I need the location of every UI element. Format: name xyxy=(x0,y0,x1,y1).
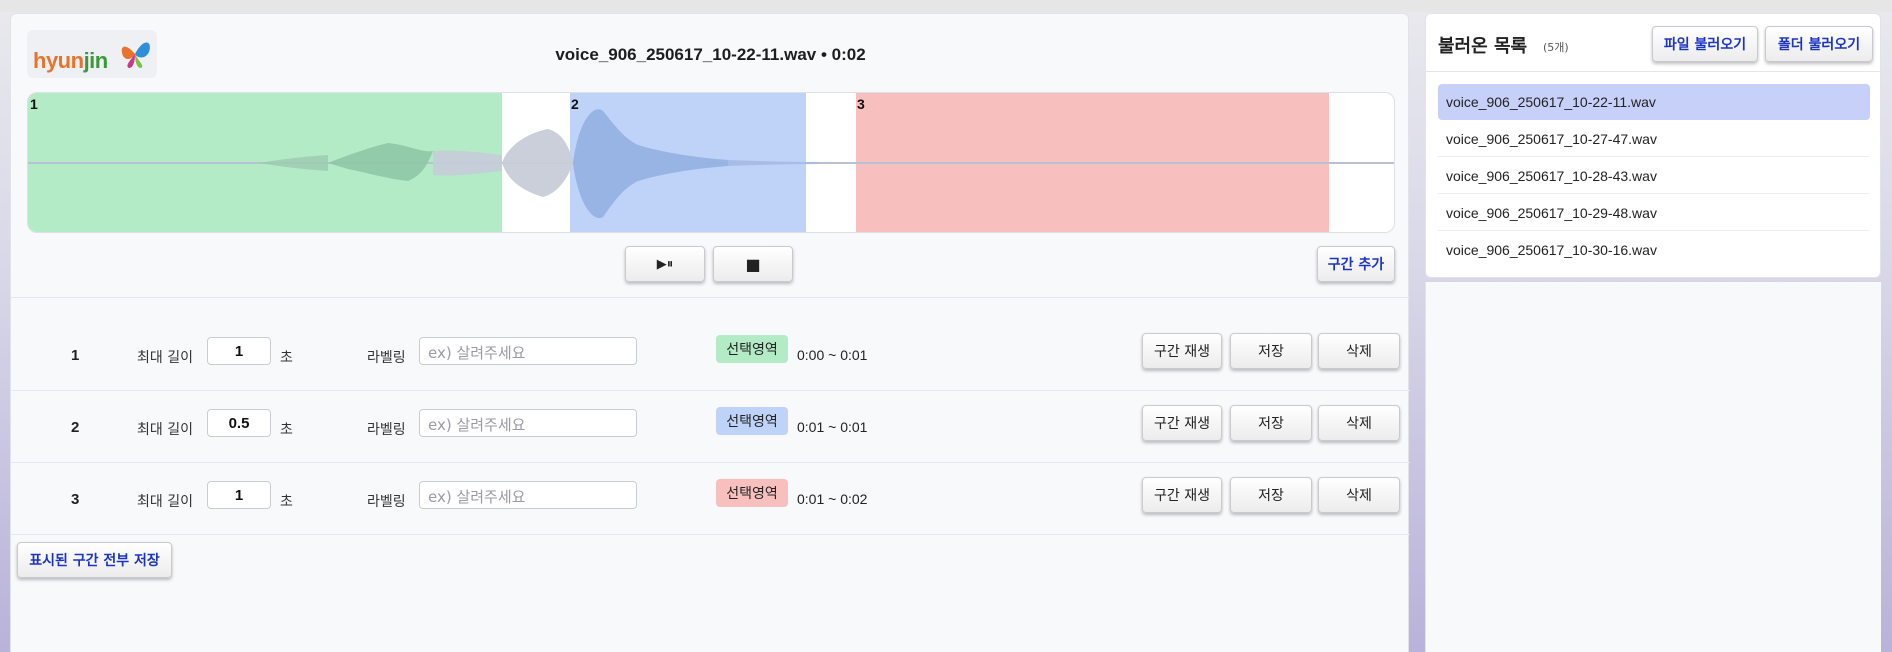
seconds-unit: 초 xyxy=(280,422,293,438)
file-list-panel: 불러온 목록 (5개) 파일 불러오기 폴더 불러오기 voice_906_25… xyxy=(1425,13,1882,278)
segment-save-button[interactable]: 저장 xyxy=(1230,405,1312,441)
file-list-title: 불러온 목록 xyxy=(1438,36,1528,57)
segment-delete-button[interactable]: 삭제 xyxy=(1318,405,1400,441)
label-text-input[interactable]: ex) 살려주세요 xyxy=(419,337,637,365)
file-count-badge: (5개) xyxy=(1543,41,1569,54)
max-length-input[interactable]: 1 xyxy=(207,337,271,365)
top-strip xyxy=(0,0,1892,12)
file-list-divider xyxy=(1426,71,1882,72)
max-length-input[interactable]: 1 xyxy=(207,481,271,509)
load-folder-button[interactable]: 폴더 불러오기 xyxy=(1765,26,1873,62)
segment-number: 1 xyxy=(71,347,80,364)
segment-row: 1 최대 길이 1 초 라벨링 ex) 살려주세요 선택영역 0:00 ~ 0:… xyxy=(11,319,1410,391)
stop-button[interactable]: ■ xyxy=(713,246,793,282)
segment-range: 0:01 ~ 0:01 xyxy=(797,419,868,435)
file-list-item[interactable]: voice_906_250617_10-27-47.wav xyxy=(1438,121,1870,157)
file-list-item-selected[interactable]: voice_906_250617_10-22-11.wav xyxy=(1438,84,1870,120)
controls-divider xyxy=(11,297,1410,298)
labeling-label: 라벨링 xyxy=(367,350,406,366)
save-all-segments-button[interactable]: 표시된 구간 전부 저장 xyxy=(17,542,172,578)
segment-row: 2 최대 길이 0.5 초 라벨링 ex) 살려주세요 선택영역 0:01 ~ … xyxy=(11,391,1410,463)
segment-range: 0:00 ~ 0:01 xyxy=(797,347,868,363)
segment-number: 2 xyxy=(71,419,80,436)
seconds-unit: 초 xyxy=(280,494,293,510)
file-list-item[interactable]: voice_906_250617_10-29-48.wav xyxy=(1438,195,1870,231)
file-list-item[interactable]: voice_906_250617_10-28-43.wav xyxy=(1438,158,1870,194)
max-length-label: 최대 길이 xyxy=(137,350,193,366)
waveform-display[interactable]: 1 2 3 xyxy=(27,92,1395,233)
segment-play-button[interactable]: 구간 재생 xyxy=(1142,333,1222,369)
segment-play-button[interactable]: 구간 재생 xyxy=(1142,477,1222,513)
seconds-unit: 초 xyxy=(280,350,293,366)
segment-delete-button[interactable]: 삭제 xyxy=(1318,477,1400,513)
current-file-title: voice_906_250617_10-22-11.wav • 0:02 xyxy=(555,45,866,64)
selection-badge: 선택영역 xyxy=(716,479,788,507)
segment-row: 3 최대 길이 1 초 라벨링 ex) 살려주세요 선택영역 0:01 ~ 0:… xyxy=(11,463,1410,535)
segment-save-button[interactable]: 저장 xyxy=(1230,477,1312,513)
selection-badge: 선택영역 xyxy=(716,407,788,435)
max-length-label: 최대 길이 xyxy=(137,422,193,438)
max-length-input[interactable]: 0.5 xyxy=(207,409,271,437)
labeling-label: 라벨링 xyxy=(367,494,406,510)
segment-range: 0:01 ~ 0:02 xyxy=(797,491,868,507)
segment-save-button[interactable]: 저장 xyxy=(1230,333,1312,369)
segment-delete-button[interactable]: 삭제 xyxy=(1318,333,1400,369)
label-text-input[interactable]: ex) 살려주세요 xyxy=(419,481,637,509)
add-segment-button[interactable]: 구간 추가 xyxy=(1317,246,1395,282)
labeling-label: 라벨링 xyxy=(367,422,406,438)
segment-play-button[interactable]: 구간 재생 xyxy=(1142,405,1222,441)
play-pause-button[interactable]: ▶⏸ xyxy=(625,246,705,282)
selection-badge: 선택영역 xyxy=(716,335,788,363)
label-text-input[interactable]: ex) 살려주세요 xyxy=(419,409,637,437)
max-length-label: 최대 길이 xyxy=(137,494,193,510)
editor-panel: hyunjin voice_906_250617_10-22-11.wav • … xyxy=(10,13,1410,652)
file-list-item[interactable]: voice_906_250617_10-30-16.wav xyxy=(1438,232,1870,268)
waveform-graph xyxy=(28,109,1394,219)
right-empty-area xyxy=(1425,282,1881,652)
load-file-button[interactable]: 파일 불러오기 xyxy=(1652,26,1758,62)
segment-number: 3 xyxy=(71,491,80,508)
